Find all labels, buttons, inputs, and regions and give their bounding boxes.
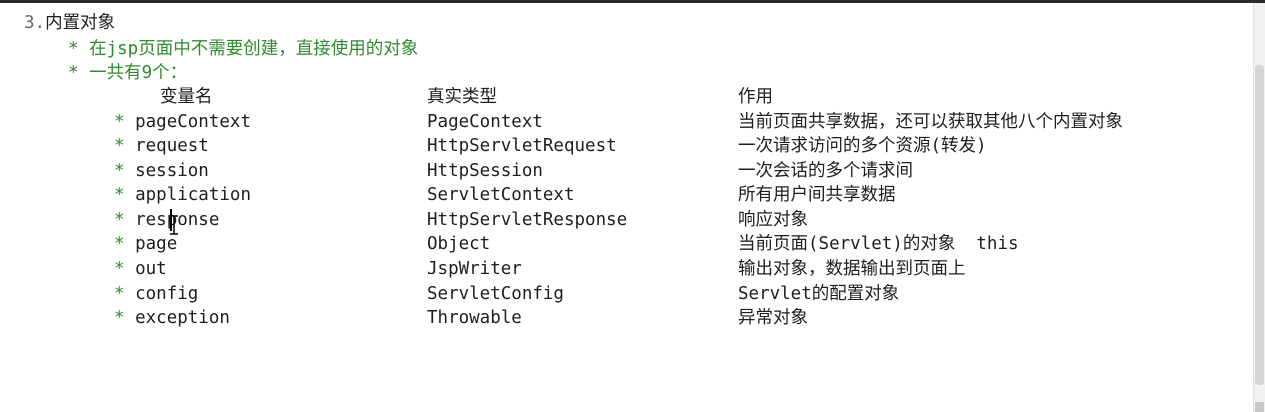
variable-name: * pageContext xyxy=(114,112,251,132)
scrollbar-thumb[interactable] xyxy=(1255,65,1264,385)
variable-name: * exception xyxy=(114,308,230,328)
variable-name: * request xyxy=(114,136,209,156)
row-star: * xyxy=(114,112,125,132)
ibeam-cursor-icon xyxy=(170,215,178,235)
document-view[interactable]: 3.内置对象 * 在jsp页面中不需要创建，直接使用的对象 * 一共有9个： 变… xyxy=(0,0,1250,412)
real-type: HttpSession xyxy=(427,161,543,181)
real-type: ServletConfig xyxy=(427,284,564,304)
real-type: Object xyxy=(427,234,491,254)
variable-name: * out xyxy=(114,259,167,279)
table-row: * exception Throwable 异常对象 xyxy=(0,307,1250,331)
bullet-line-2: * 一共有9个： xyxy=(68,62,187,84)
column-header-name: 变量名 xyxy=(160,87,213,107)
table-row: * application ServletContext 所有用户间共享数据 xyxy=(0,184,1250,208)
variable-name: * page xyxy=(114,234,178,254)
section-title: 内置对象 xyxy=(45,13,116,33)
description: 所有用户间共享数据 xyxy=(738,185,896,205)
row-star: * xyxy=(114,234,125,254)
column-header-type: 真实类型 xyxy=(427,87,497,107)
table-row: * pageContext PageContext 当前页面共享数据，还可以获取… xyxy=(0,111,1250,135)
scroll-down-arrow-icon[interactable] xyxy=(1255,402,1264,412)
row-star: * xyxy=(114,284,125,304)
real-type: HttpServletRequest xyxy=(427,136,617,156)
real-type: HttpServletResponse xyxy=(427,210,628,230)
description: 一次会话的多个请求间 xyxy=(738,161,913,181)
bullet-text: 在jsp页面中不需要创建，直接使用的对象 xyxy=(89,39,419,59)
row-star: * xyxy=(114,161,125,181)
column-header-role: 作用 xyxy=(738,87,773,107)
vertical-scrollbar[interactable] xyxy=(1253,3,1265,412)
variable-name: * application xyxy=(114,185,251,205)
description: Servlet的配置对象 xyxy=(738,284,900,304)
description: 当前页面共享数据，还可以获取其他八个内置对象 xyxy=(738,112,1123,132)
table-row: * page Object 当前页面(Servlet)的对象 this xyxy=(0,233,1250,257)
row-star: * xyxy=(114,210,125,230)
real-type: Throwable xyxy=(427,308,522,328)
bullet-star: * xyxy=(68,39,79,59)
description: 响应对象 xyxy=(738,210,808,230)
variable-name: * config xyxy=(114,284,199,304)
bullet-line-1: * 在jsp页面中不需要创建，直接使用的对象 xyxy=(68,38,418,60)
description: 当前页面(Servlet)的对象 this xyxy=(738,234,1019,254)
row-star: * xyxy=(114,185,125,205)
real-type: ServletContext xyxy=(427,185,575,205)
table-row: * response HttpServletResponse 响应对象 xyxy=(0,209,1250,233)
row-star: * xyxy=(114,308,125,328)
real-type: JspWriter xyxy=(427,259,522,279)
bullet-star: * xyxy=(68,63,79,83)
section-heading: 3.内置对象 xyxy=(24,12,115,34)
table-row: * session HttpSession 一次会话的多个请求间 xyxy=(0,160,1250,184)
variable-name: * session xyxy=(114,161,209,181)
table-row: * out JspWriter 输出对象，数据输出到页面上 xyxy=(0,258,1250,282)
section-number: 3. xyxy=(24,13,46,33)
description: 输出对象，数据输出到页面上 xyxy=(738,259,966,279)
row-star: * xyxy=(114,136,125,156)
real-type: PageContext xyxy=(427,112,543,132)
description: 异常对象 xyxy=(738,308,808,328)
variable-name: * response xyxy=(114,210,220,230)
row-star: * xyxy=(114,259,125,279)
bullet-text: 一共有9个： xyxy=(89,63,188,83)
table-row: * request HttpServletRequest 一次请求访问的多个资源… xyxy=(0,135,1250,159)
table-row: * config ServletConfig Servlet的配置对象 xyxy=(0,283,1250,307)
description: 一次请求访问的多个资源(转发) xyxy=(738,136,987,156)
